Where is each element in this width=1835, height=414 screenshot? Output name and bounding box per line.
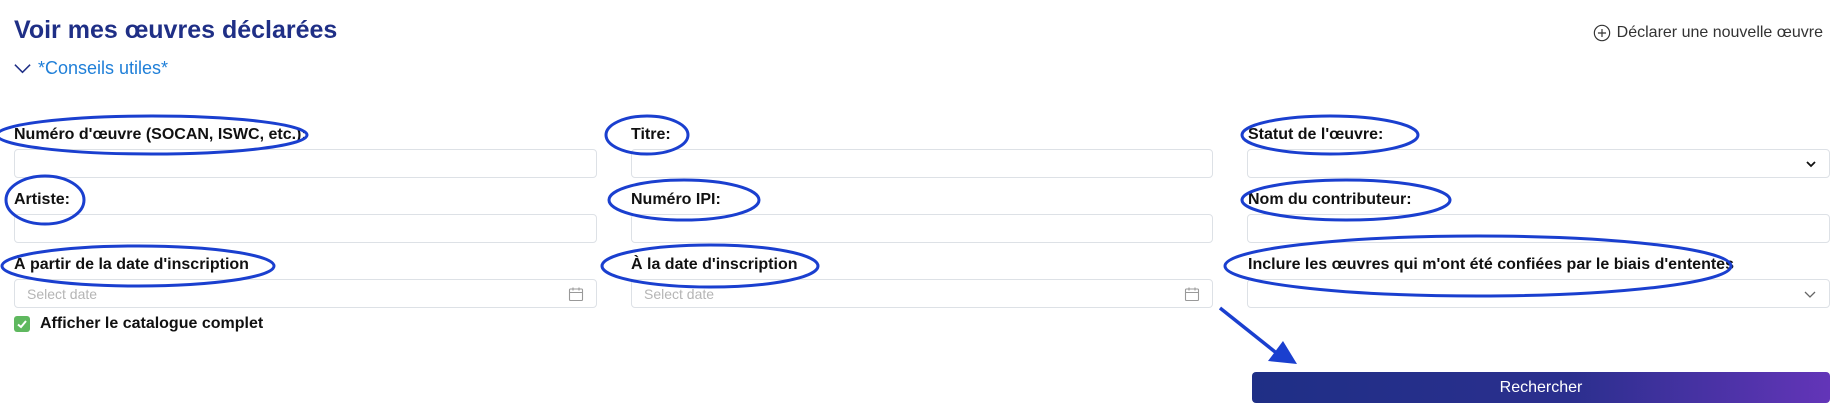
declare-label: Déclarer une nouvelle œuvre	[1616, 24, 1823, 41]
calendar-icon[interactable]	[568, 286, 584, 302]
include-agreements-label: Inclure les œuvres qui m'ont été confiée…	[1248, 256, 1734, 273]
ipi-label: Numéro IPI:	[631, 191, 721, 208]
contributor-input[interactable]	[1260, 220, 1817, 237]
title-input[interactable]	[644, 155, 1200, 172]
full-catalog-label: Afficher le catalogue complet	[40, 315, 264, 332]
ipi-input[interactable]	[644, 220, 1200, 237]
check-icon	[17, 320, 27, 329]
work-number-input[interactable]	[27, 155, 584, 172]
contributor-label: Nom du contributeur:	[1248, 191, 1412, 208]
title-field[interactable]	[631, 149, 1213, 178]
artist-field[interactable]	[14, 214, 597, 243]
from-date-field[interactable]	[14, 279, 597, 308]
title-label: Titre:	[631, 126, 671, 143]
checkbox-box[interactable]	[14, 316, 30, 332]
page-title: Voir mes œuvres déclarées	[14, 16, 338, 44]
ipi-field[interactable]	[631, 214, 1213, 243]
artist-input[interactable]	[27, 220, 584, 237]
from-date-input[interactable]	[27, 285, 568, 302]
artist-label: Artiste:	[14, 191, 71, 208]
declare-new-work-link[interactable]: Déclarer une nouvelle œuvre	[1593, 24, 1823, 42]
to-date-label: À la date d'inscription	[631, 256, 798, 273]
tips-label: *Conseils utiles*	[38, 58, 169, 78]
search-button[interactable]: Rechercher	[1252, 372, 1830, 403]
work-number-field[interactable]	[14, 149, 597, 178]
calendar-icon[interactable]	[1184, 286, 1200, 302]
annotation-arrow	[1218, 306, 1297, 364]
contributor-field[interactable]	[1247, 214, 1830, 243]
chevron-down-icon	[1804, 291, 1816, 298]
to-date-field[interactable]	[631, 279, 1213, 308]
chevron-down-icon	[14, 64, 31, 74]
tips-toggle[interactable]: *Conseils utiles*	[13, 58, 168, 79]
annotation-overlay	[0, 114, 1733, 364]
chevron-down-icon	[1806, 160, 1816, 167]
status-label: Statut de l'œuvre:	[1248, 126, 1384, 143]
work-number-label: Numéro d'œuvre (SOCAN, ISWC, etc.):	[14, 126, 307, 143]
from-date-label: À partir de la date d'inscription	[14, 256, 249, 273]
status-select[interactable]	[1247, 149, 1830, 178]
plus-circle-icon	[1593, 24, 1610, 42]
include-agreements-select[interactable]	[1247, 279, 1830, 308]
full-catalog-checkbox[interactable]: Afficher le catalogue complet	[14, 315, 263, 333]
to-date-input[interactable]	[644, 285, 1184, 302]
